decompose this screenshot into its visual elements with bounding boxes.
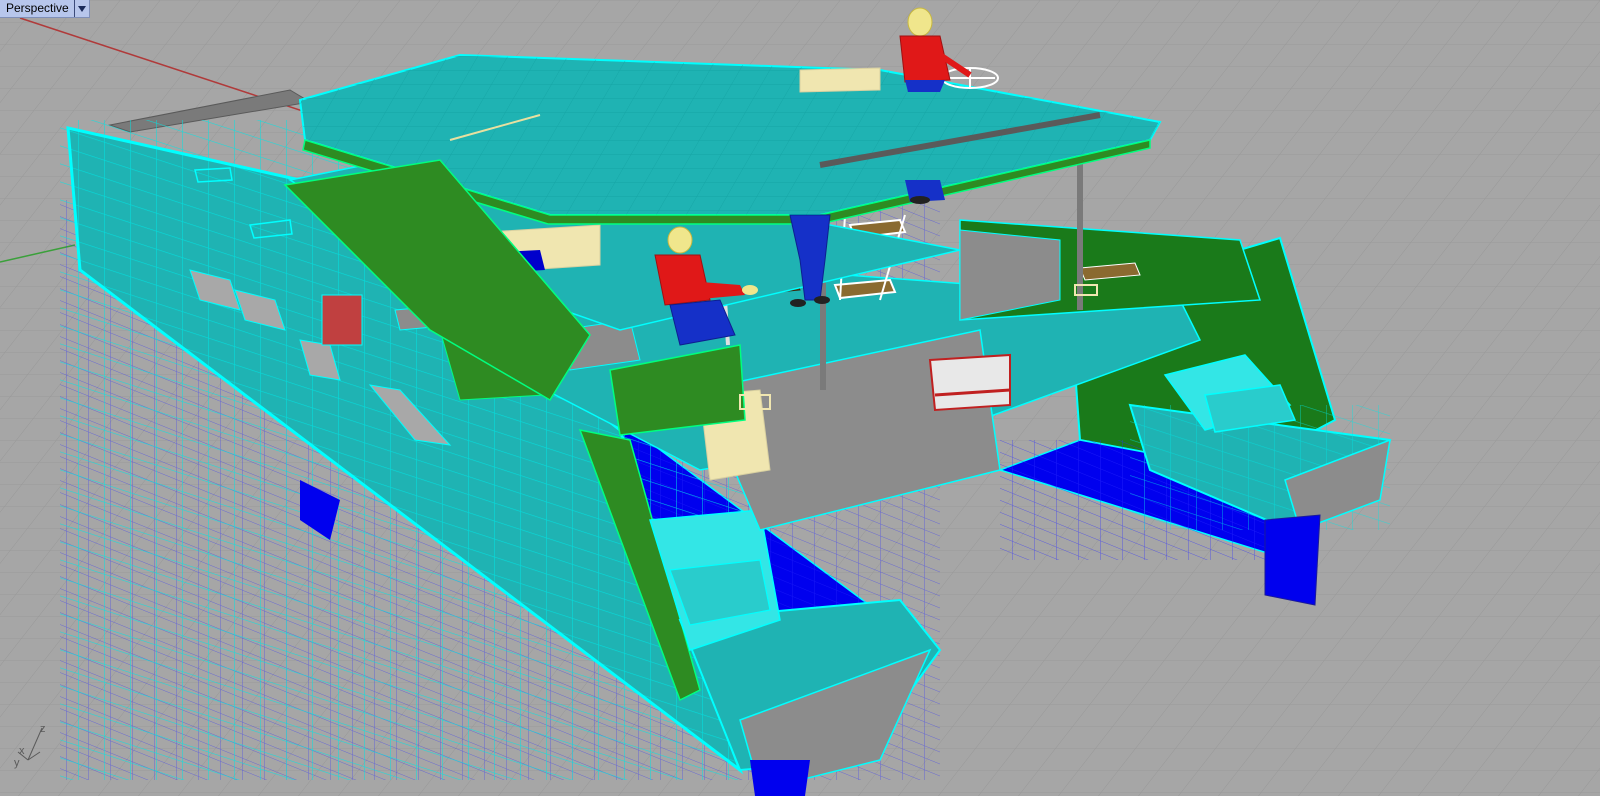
- x-axis-label: x: [19, 745, 25, 757]
- perspective-viewport[interactable]: z x y Perspective: [0, 0, 1600, 796]
- y-axis-label: y: [14, 757, 20, 769]
- catamaran-3d-model[interactable]: z x y: [0, 0, 1600, 796]
- viewport-title[interactable]: Perspective: [0, 0, 74, 17]
- helm-wheel: [941, 67, 999, 89]
- viewport-title-tab[interactable]: Perspective: [0, 0, 90, 18]
- dropdown-arrow-icon[interactable]: [73, 0, 89, 17]
- z-axis-label: z: [40, 723, 46, 735]
